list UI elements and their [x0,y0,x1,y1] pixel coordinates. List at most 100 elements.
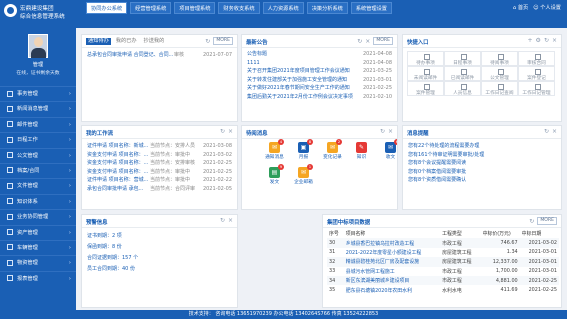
list-item[interactable]: 关于转发住建部关于加强施工安全管理的通知 2021-03-01 [242,76,397,85]
sidebar-item[interactable]: 档案/合同 [0,162,76,179]
sidebar-item[interactable]: 知识体系 [0,193,76,210]
list-item[interactable]: 关于召开集团2021年度项目管理工作会议通知 2021-03-25 [242,67,397,76]
message-item[interactable]: ▤ 9 发文 [262,164,287,189]
sidebar-item[interactable]: 公文管理 [0,147,76,163]
quick-entry-item[interactable]: 案件登记 [518,66,555,81]
reminder-item[interactable]: 您有161个待审证明需要审批/处理 [403,151,561,160]
warning-item[interactable]: 合同证据到期：157 个 [82,253,237,264]
warning-item[interactable]: 员工合同到期：40 份 [82,264,237,275]
item-title[interactable]: 1111 [247,59,260,68]
warning-text[interactable]: 合同证据到期：157 个 [87,253,138,264]
todo-tab[interactable]: 通知待办 [86,38,111,45]
reminder-item[interactable]: 您有8个资质借阅需要确认 [403,176,561,185]
reminder-item[interactable]: 您有8个会议提醒需要阅读 [403,159,561,168]
reminder-text[interactable]: 您有161个待审证明需要审批/处理 [408,151,484,160]
warning-text[interactable]: 保函到期：8 份 [87,242,122,253]
tab-1[interactable]: 经营管理系统 [130,2,172,14]
list-item[interactable]: 承包合同审批申请 承包... 当前节点：合同评审 2021-02-05 [82,185,237,194]
quick-entry-item[interactable]: 公文管理 [481,66,518,81]
more-button[interactable]: MORE [373,37,393,45]
message-icon[interactable]: ✎ [356,142,367,153]
quick-entry-item[interactable]: 待阅事项 [481,51,518,66]
todo-tab[interactable]: 抄送我的 [142,38,167,45]
list-item[interactable]: 证件申请 项目名称：营城... 当前节点：审批中 2021-02-22 [82,176,237,185]
tab-3[interactable]: 财务收支系统 [218,2,260,14]
tab-2[interactable]: 项目管理系统 [174,2,216,14]
quick-entry-item[interactable]: 案件管理 [407,81,444,96]
home-link[interactable]: 首页 [518,5,528,11]
refresh-icon[interactable]: ↻ [357,38,362,45]
refresh-icon[interactable]: ↻ [529,218,534,225]
sidebar-item[interactable]: 日程工作 [0,132,76,148]
refresh-icon[interactable]: ↻ [544,37,549,44]
reminder-text[interactable]: 您有8个资质借阅需要确认 [408,176,466,185]
sidebar-item[interactable]: 物资管理 [0,255,76,271]
sidebar-item[interactable]: 业务协同管理 [0,209,76,225]
sidebar-item[interactable]: 文件管理 [0,178,76,194]
close-icon[interactable]: × [365,38,370,45]
sidebar-item[interactable]: 事务管理 [0,86,76,102]
close-icon[interactable]: × [228,217,233,224]
user-icon[interactable]: ☺ [533,5,538,11]
sidebar-item[interactable]: 资产管理 [0,224,76,240]
table-row[interactable]: 33 县城污水管网工程施工 市政工程 1,700.00 2021-03-01 [327,267,559,276]
todo-tab[interactable]: 我的已办 [114,38,139,45]
item-title[interactable]: 关于做好2021年春节期间安全生产工作的通知 [247,84,350,93]
tab-4[interactable]: 人力资源系统 [262,2,304,14]
message-item[interactable]: ✎ 知识 [349,142,374,164]
refresh-icon[interactable]: ↻ [220,128,225,135]
list-item[interactable]: 资金支付申请 项目名称：... 当前节点：审批中 2021-03-02 [82,151,237,160]
table-cell[interactable]: 乡城县香巴拉镇乌拉村改造工程 [343,238,441,248]
reminder-item[interactable]: 您有0个档案借阅需要审批 [403,168,561,177]
message-item[interactable]: ✉ 2 变化记录 [320,139,345,164]
sidebar-item[interactable]: 车辆管理 [0,239,76,256]
more-button[interactable]: MORE [213,37,233,45]
warning-text[interactable]: 员工合同到期：40 份 [87,264,135,275]
message-item[interactable]: ✉ 4 通知消息 [262,139,287,164]
message-item[interactable]: ✉ 1 企业邮箱 [291,164,316,189]
quick-entry-item[interactable]: 已阅读邮件 [444,66,481,81]
list-item[interactable]: 资金支付申请 项目名称：... 当前节点：审批中 2021-02-25 [82,168,237,177]
item-title[interactable]: 总承包合同审批申请 合同登记、合同... [87,51,173,60]
sidebar-item[interactable]: 新闻消息管理 [0,101,76,117]
table-row[interactable]: 31 2021-2022年度零星小额建设工程 房屋建筑工程 1.34 2021-03-0… [327,248,559,257]
tab-6[interactable]: 系统管理设置 [350,2,392,14]
reminder-text[interactable]: 您有0个档案借阅需要审批 [408,168,466,177]
close-icon[interactable]: × [228,128,233,135]
table-cell[interactable]: 精诚县碧桂苑北区厂房及配套设施 [343,257,441,267]
table-row[interactable]: 32 精诚县碧桂苑北区厂房及配套设施 房屋建筑工程 12,337.00 2021-03-… [327,257,559,267]
quick-entry-item[interactable]: 工作日记管理 [518,81,555,96]
table-row[interactable]: 30 乡城县香巴拉镇乌拉村改造工程 市政工程 746.67 2021-03-02 [327,238,559,248]
tab-5[interactable]: 决策分析系统 [306,2,348,14]
tab-0[interactable]: 协同办公系统 [86,2,128,14]
list-item[interactable]: 1111 2021-04-08 [242,59,397,68]
list-item[interactable]: 总承包合同审批申请 合同登记、合同... 审核 2021-07-07 [82,51,237,60]
table-cell[interactable]: 新区东滨湖美丽城乡建设项目 [343,275,441,286]
quick-entry-item[interactable]: 人员信息 [444,81,481,96]
item-title[interactable]: 公告标题 [247,50,267,59]
warning-item[interactable]: 证书到期：2 项 [82,231,237,242]
table-row[interactable]: 34 新区东滨湖美丽城乡建设项目 市政工程 4,881.00 2021-02-25 [327,275,559,286]
close-icon[interactable]: × [552,37,557,44]
more-button[interactable]: MORE [537,217,557,225]
list-item[interactable]: 资金支付申请 项目名称：... 当前节点：安排审核 2021-02-25 [82,159,237,168]
reminder-text[interactable]: 您有8个会议提醒需要阅读 [408,159,466,168]
item-title[interactable]: 资金支付申请 项目名称：... [87,159,148,168]
item-title[interactable]: 关于转发住建部关于加强施工安全管理的通知 [247,76,347,85]
list-item[interactable]: 集团后勤关于2021年2月份工作例会议决定事项 2021-02-10 [242,93,397,102]
home-icon[interactable]: ⌂ [513,5,516,11]
refresh-icon[interactable]: ↻ [544,128,549,135]
refresh-icon[interactable]: ↻ [220,217,225,224]
sidebar-item[interactable]: 报表管理 [0,270,76,286]
refresh-icon[interactable]: ↻ [380,128,385,135]
quick-entry-item[interactable]: 待办事项 [407,51,444,66]
item-title[interactable]: 证件申请 项目名称：新城... [87,142,148,151]
table-cell[interactable]: 2021-2022年度零星小额建设工程 [344,248,440,257]
list-item[interactable]: 关于做好2021年春节期间安全生产工作的通知 2021-02-25 [242,84,397,93]
quick-entry-item[interactable]: 日程事项 [444,51,481,66]
reminder-item[interactable]: 您有22个待处理的流程需要办理 [403,142,561,151]
reminder-text[interactable]: 您有22个待处理的流程需要办理 [408,142,479,151]
table-cell[interactable]: 县城污水管网工程施工 [344,267,440,276]
item-title[interactable]: 关于召开集团2021年度项目管理工作会议通知 [247,67,350,76]
message-item[interactable]: ✉ 6 收文 [378,139,397,164]
